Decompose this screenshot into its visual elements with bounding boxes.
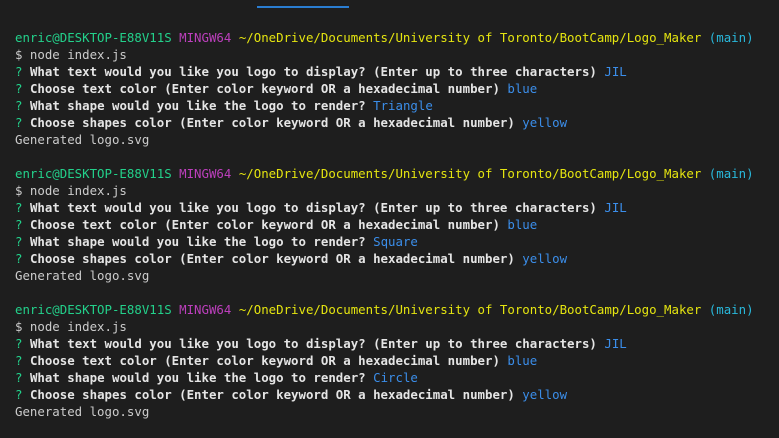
question-text: Choose text color (Enter color keyword O… bbox=[29, 353, 500, 368]
terminal-run: enric@DESKTOP-E88V11S MINGW64 ~/OneDrive… bbox=[15, 301, 775, 420]
qa-line: ? Choose shapes color (Enter color keywo… bbox=[15, 114, 775, 131]
prompt-user-host: enric@DESKTOP-E88V11S bbox=[15, 166, 172, 181]
question-mark: ? bbox=[15, 200, 23, 215]
qa-line: ? What shape would you like the logo to … bbox=[15, 97, 775, 114]
answer-text: blue bbox=[507, 217, 538, 232]
terminal-top-strip bbox=[0, 0, 779, 16]
answer-text: JIL bbox=[604, 336, 627, 351]
answer-text: JIL bbox=[604, 64, 627, 79]
question-mark: ? bbox=[15, 234, 23, 249]
question-mark: ? bbox=[15, 98, 23, 113]
result-line: Generated logo.svg bbox=[15, 132, 150, 147]
question-text: What shape would you like the logo to re… bbox=[29, 98, 366, 113]
question-mark: ? bbox=[15, 353, 23, 368]
question-mark: ? bbox=[15, 370, 23, 385]
result-line: Generated logo.svg bbox=[15, 268, 150, 283]
question-text: What text would you like you logo to dis… bbox=[29, 336, 597, 351]
answer-text: blue bbox=[507, 81, 538, 96]
prompt-user-host: enric@DESKTOP-E88V11S bbox=[15, 302, 172, 317]
answer-text: Triangle bbox=[373, 98, 433, 113]
qa-line: ? Choose shapes color (Enter color keywo… bbox=[15, 250, 775, 267]
shell-prompt: enric@DESKTOP-E88V11S MINGW64 ~/OneDrive… bbox=[15, 301, 775, 318]
question-text: Choose text color (Enter color keyword O… bbox=[29, 217, 500, 232]
answer-text: JIL bbox=[604, 200, 627, 215]
terminal-run: enric@DESKTOP-E88V11S MINGW64 ~/OneDrive… bbox=[15, 165, 775, 284]
question-mark: ? bbox=[15, 81, 23, 96]
question-text: What text would you like you logo to dis… bbox=[29, 64, 597, 79]
prompt-env: MINGW64 bbox=[179, 166, 232, 181]
prompt-path: ~/OneDrive/Documents/University of Toron… bbox=[238, 166, 702, 181]
command-line: $ node index.js bbox=[15, 319, 127, 334]
command-line: $ node index.js bbox=[15, 47, 127, 62]
shell-prompt: enric@DESKTOP-E88V11S MINGW64 ~/OneDrive… bbox=[15, 29, 775, 46]
question-text: What shape would you like the logo to re… bbox=[29, 234, 366, 249]
prompt-branch: (main) bbox=[708, 302, 754, 317]
answer-text: Circle bbox=[373, 370, 418, 385]
question-mark: ? bbox=[15, 115, 23, 130]
question-text: Choose shapes color (Enter color keyword… bbox=[29, 115, 515, 130]
qa-line: ? What text would you like you logo to d… bbox=[15, 335, 775, 352]
terminal-run: enric@DESKTOP-E88V11S MINGW64 ~/OneDrive… bbox=[15, 29, 775, 148]
prompt-env: MINGW64 bbox=[179, 302, 232, 317]
qa-line: ? What text would you like you logo to d… bbox=[15, 199, 775, 216]
question-mark: ? bbox=[15, 251, 23, 266]
answer-text: Square bbox=[373, 234, 418, 249]
answer-text: yellow bbox=[522, 387, 568, 402]
prompt-path: ~/OneDrive/Documents/University of Toron… bbox=[238, 30, 702, 45]
answer-text: yellow bbox=[522, 115, 568, 130]
prompt-user-host: enric@DESKTOP-E88V11S bbox=[15, 30, 172, 45]
answer-text: blue bbox=[507, 353, 538, 368]
qa-line: ? Choose shapes color (Enter color keywo… bbox=[15, 386, 775, 403]
question-text: Choose text color (Enter color keyword O… bbox=[29, 81, 500, 96]
question-text: What shape would you like the logo to re… bbox=[29, 370, 366, 385]
question-text: What text would you like you logo to dis… bbox=[29, 200, 597, 215]
question-text: Choose shapes color (Enter color keyword… bbox=[29, 387, 515, 402]
active-tab-indicator bbox=[257, 6, 349, 8]
prompt-branch: (main) bbox=[708, 30, 754, 45]
prompt-path: ~/OneDrive/Documents/University of Toron… bbox=[238, 302, 702, 317]
question-text: Choose shapes color (Enter color keyword… bbox=[29, 251, 515, 266]
command-line: $ node index.js bbox=[15, 183, 127, 198]
terminal-output[interactable]: enric@DESKTOP-E88V11S MINGW64 ~/OneDrive… bbox=[15, 29, 775, 437]
qa-line: ? What shape would you like the logo to … bbox=[15, 233, 775, 250]
question-mark: ? bbox=[15, 336, 23, 351]
question-mark: ? bbox=[15, 387, 23, 402]
prompt-env: MINGW64 bbox=[179, 30, 232, 45]
result-line: Generated logo.svg bbox=[15, 404, 150, 419]
question-mark: ? bbox=[15, 217, 23, 232]
qa-line: ? Choose text color (Enter color keyword… bbox=[15, 352, 775, 369]
question-mark: ? bbox=[15, 64, 23, 79]
shell-prompt: enric@DESKTOP-E88V11S MINGW64 ~/OneDrive… bbox=[15, 165, 775, 182]
prompt-branch: (main) bbox=[708, 166, 754, 181]
qa-line: ? Choose text color (Enter color keyword… bbox=[15, 216, 775, 233]
qa-line: ? What shape would you like the logo to … bbox=[15, 369, 775, 386]
answer-text: yellow bbox=[522, 251, 568, 266]
qa-line: ? What text would you like you logo to d… bbox=[15, 63, 775, 80]
qa-line: ? Choose text color (Enter color keyword… bbox=[15, 80, 775, 97]
